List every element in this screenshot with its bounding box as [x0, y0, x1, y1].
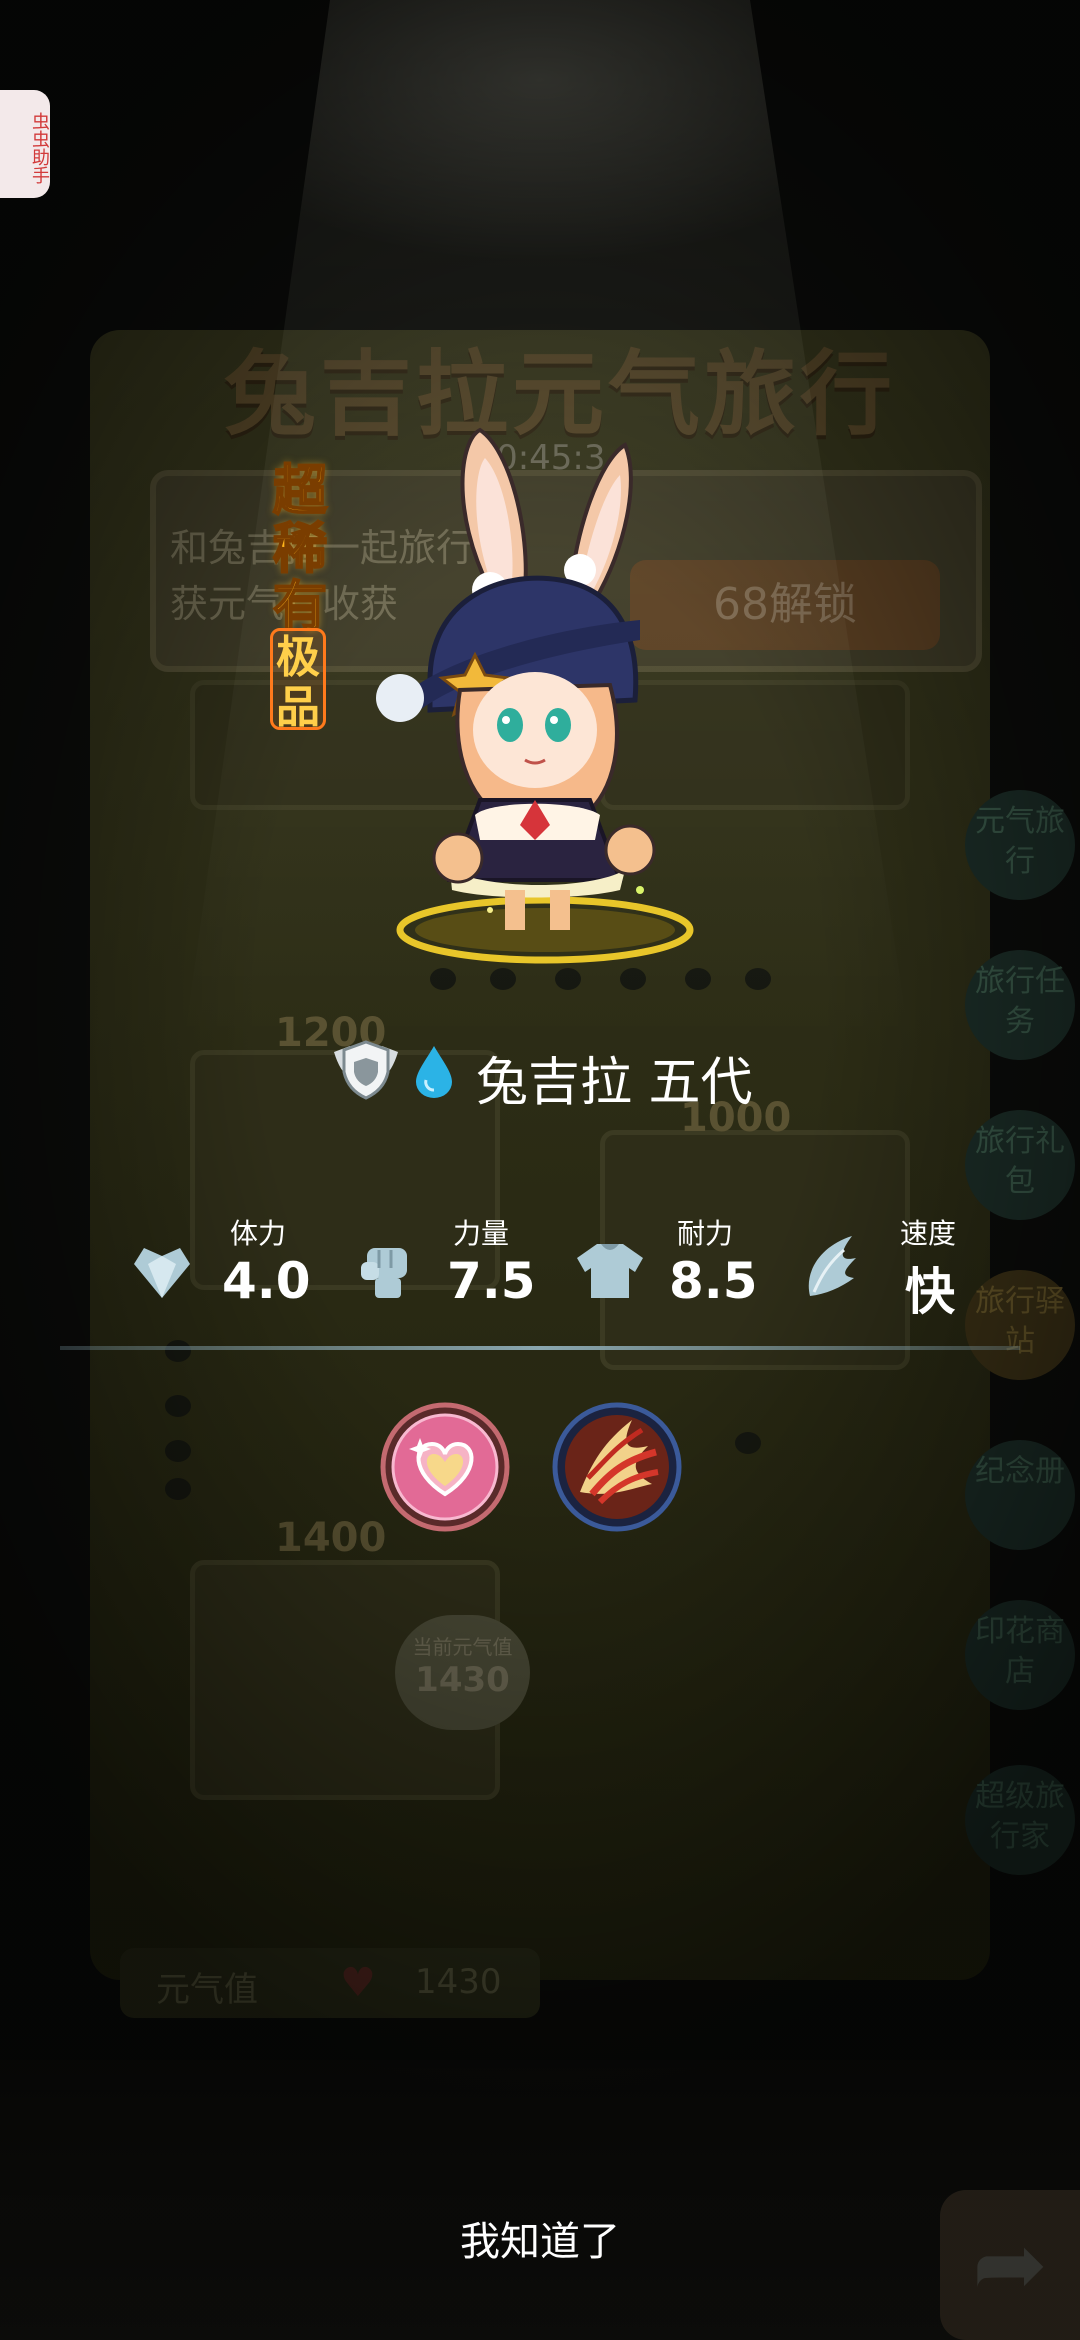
heart-skill-icon — [380, 1402, 510, 1532]
side-button-travel: 元气旅行 — [965, 790, 1075, 900]
house-value-1400: 1400 — [275, 1515, 387, 1561]
stat-value: 8.5 — [669, 1252, 758, 1310]
bottom-nav-strip — [0, 2060, 1080, 2340]
skill-heart[interactable] — [380, 1402, 510, 1532]
energy-value-bar: 元气值 ♥ 1430 — [120, 1948, 540, 2018]
stat-label: 耐力 — [677, 1217, 734, 1250]
rarity-label: 超稀有 — [272, 459, 328, 638]
side-button-stamp-shop: 印花商店 — [965, 1600, 1075, 1710]
heart-crystal-icon — [134, 1248, 190, 1298]
share-arrow-icon: ➦ — [940, 2190, 1080, 2340]
path-dot — [735, 1432, 761, 1454]
fire-claw-skill-icon — [552, 1402, 682, 1532]
heart-icon: ♥ — [340, 1960, 376, 2006]
side-button-super-traveler: 超级旅行家 — [965, 1765, 1075, 1875]
character-portrait — [340, 420, 760, 980]
stat-value: 4.0 — [222, 1252, 311, 1310]
helper-tab[interactable]: 虫虫助手 — [0, 90, 50, 198]
current-value-bubble: 当前元气值 1430 — [395, 1615, 530, 1730]
house-1000 — [600, 1130, 910, 1370]
current-value: 1430 — [415, 1660, 510, 1700]
stat-label: 体力 — [230, 1217, 287, 1250]
energy-value-number: 1430 — [415, 1962, 502, 2002]
path-dot — [165, 1340, 191, 1362]
side-button-station: 旅行驿站 — [965, 1270, 1075, 1380]
energy-value-label: 元气值 — [156, 1970, 258, 2010]
rank-shield-icon — [334, 1040, 398, 1100]
stat-value: 7.5 — [447, 1252, 536, 1310]
side-button-gift: 旅行礼包 — [965, 1110, 1075, 1220]
water-element-icon — [416, 1046, 452, 1098]
side-button-album: 纪念册 — [965, 1440, 1075, 1550]
stats-divider — [60, 1346, 1020, 1350]
current-value-label: 当前元气值 — [412, 1635, 513, 1659]
character-name: 兔吉拉 五代 — [476, 1053, 753, 1113]
skill-fire-claw[interactable] — [552, 1402, 682, 1532]
side-button-tasks: 旅行任务 — [965, 950, 1075, 1060]
path-dot — [165, 1478, 191, 1500]
wing-icon — [808, 1236, 856, 1296]
stat-label: 速度 — [900, 1217, 957, 1250]
ok-button[interactable]: 我知道了 — [400, 2212, 680, 2272]
fist-icon — [361, 1248, 407, 1298]
path-dot — [165, 1395, 191, 1417]
grade-badge: 极品 — [270, 628, 326, 733]
stat-label: 力量 — [453, 1217, 510, 1250]
stat-value: 快 — [905, 1263, 955, 1321]
path-dot — [165, 1440, 191, 1462]
armor-icon — [577, 1244, 643, 1298]
